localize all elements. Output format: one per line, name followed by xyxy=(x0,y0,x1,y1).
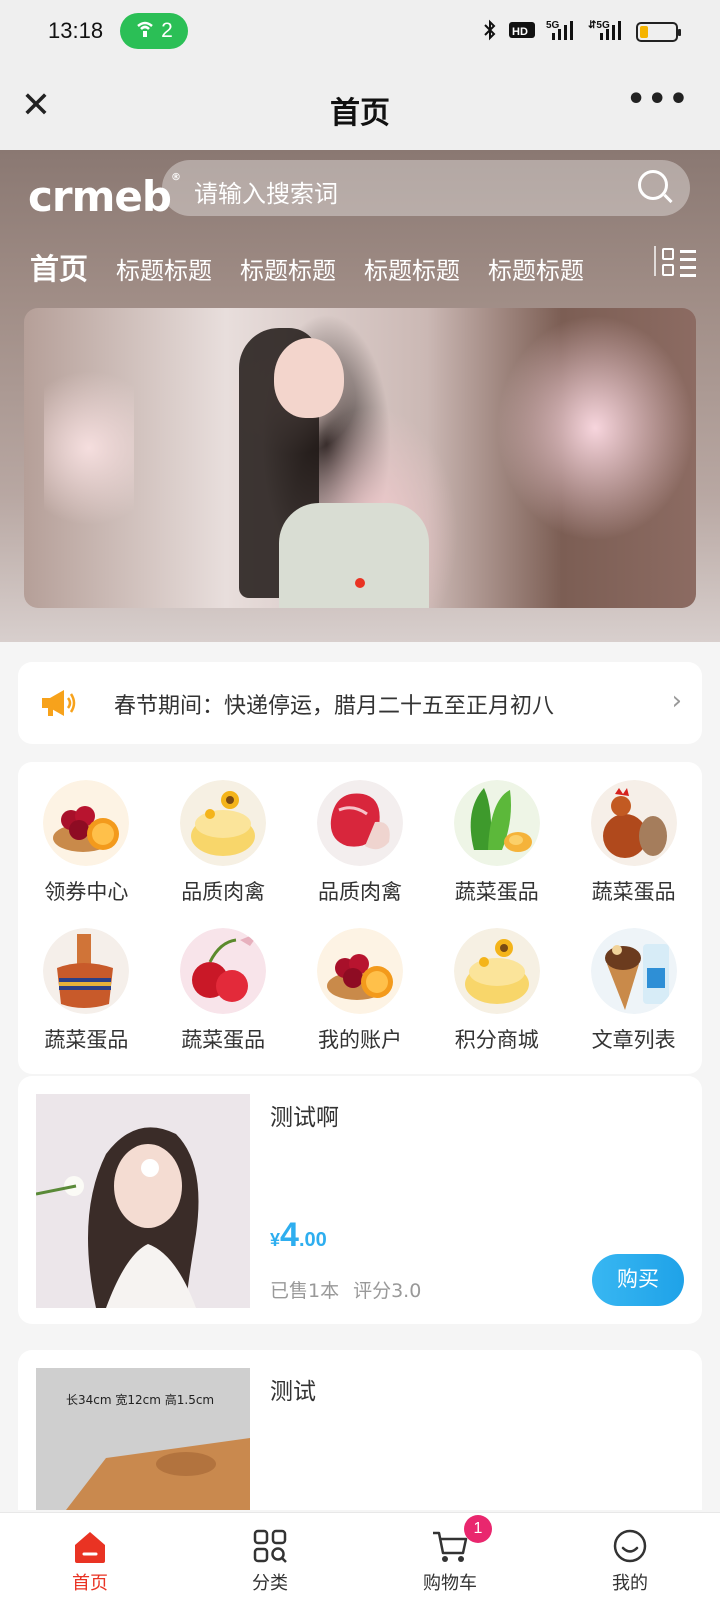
cherry-orange-icon xyxy=(43,780,130,866)
bluetooth-icon xyxy=(482,18,498,46)
tab-title-4[interactable]: 标题标题 xyxy=(488,251,584,286)
tab-home[interactable]: 首页 xyxy=(0,1513,180,1600)
ice-cream-icon xyxy=(590,928,677,1014)
hotspot-indicator: 2 xyxy=(120,13,188,49)
5g-signal-icon: 5G xyxy=(546,18,578,46)
menu-item-label: 蔬菜蛋品 xyxy=(454,880,539,904)
product-image[interactable] xyxy=(36,1094,250,1308)
vegetable-egg-icon xyxy=(453,780,540,866)
svg-text:长34cm 宽12cm 高1.5cm: 长34cm 宽12cm 高1.5cm xyxy=(66,1392,214,1407)
bottom-tab-bar: 首页 分类 1 购物车 我的 xyxy=(0,1512,720,1600)
tab-label: 我的 xyxy=(612,1573,648,1594)
menu-item-label: 蔬菜蛋品 xyxy=(181,1028,266,1052)
menu-item-label: 文章列表 xyxy=(591,1028,676,1052)
user-icon xyxy=(611,1527,649,1565)
product-card[interactable]: 测试啊 ¥4.00 已售1本 评分3.0 购买 xyxy=(18,1076,702,1324)
hd-icon: HD xyxy=(508,20,536,44)
status-time: 13:18 xyxy=(48,18,104,43)
product-name: 测试啊 xyxy=(270,1105,339,1131)
menu-item-label: 蔬菜蛋品 xyxy=(591,880,676,904)
menu-item[interactable]: 蔬菜蛋品 xyxy=(155,928,292,1076)
tab-label: 分类 xyxy=(252,1573,288,1594)
menu-item-label: 品质肉禽 xyxy=(317,880,402,904)
carousel-dot[interactable] xyxy=(355,578,365,588)
menu-item[interactable]: 品质肉禽 xyxy=(292,780,429,928)
buy-button[interactable]: 购买 xyxy=(592,1254,684,1306)
cherry-orange-icon xyxy=(316,928,403,1014)
meat-icon xyxy=(316,780,403,866)
search-input[interactable]: 请输入搜索词 xyxy=(162,160,690,216)
cherry-icon xyxy=(180,928,267,1014)
banner-carousel[interactable] xyxy=(24,308,696,608)
menu-item-label: 积分商城 xyxy=(454,1028,539,1052)
menu-item-label: 我的账户 xyxy=(317,1028,402,1052)
category-menu-grid: 领券中心 品质肉禽 品质肉禽 蔬菜蛋品 蔬菜蛋品 蔬菜蛋品 蔬菜蛋品 我的账户 … xyxy=(18,762,702,1074)
tab-title-2[interactable]: 标题标题 xyxy=(240,251,336,286)
menu-item[interactable]: 文章列表 xyxy=(565,928,702,1076)
menu-item[interactable]: 我的账户 xyxy=(292,928,429,1076)
product-name: 测试 xyxy=(270,1379,316,1405)
carousel-dots xyxy=(24,578,696,588)
tab-title-3[interactable]: 标题标题 xyxy=(364,251,460,286)
menu-item[interactable]: 积分商城 xyxy=(428,928,565,1076)
svg-text:HD: HD xyxy=(512,26,528,38)
5g-signal-icon: ⇵5G xyxy=(588,18,626,46)
product-card[interactable]: 长34cm 宽12cm 高1.5cm 测试 xyxy=(18,1350,702,1510)
tab-label: 首页 xyxy=(72,1573,108,1594)
rooster-icon xyxy=(590,780,677,866)
category-list-icon[interactable] xyxy=(654,244,700,278)
menu-item[interactable]: 蔬菜蛋品 xyxy=(565,780,702,928)
tab-label: 购物车 xyxy=(423,1573,477,1594)
menu-item[interactable]: 领券中心 xyxy=(18,780,155,928)
nav-bar: ✕ 首页 ••• xyxy=(0,66,720,150)
cake-icon xyxy=(453,928,540,1014)
menu-item-label: 领券中心 xyxy=(44,880,129,904)
hotpot-icon xyxy=(43,928,130,1014)
menu-item[interactable]: 蔬菜蛋品 xyxy=(18,928,155,1076)
product-image[interactable]: 长34cm 宽12cm 高1.5cm xyxy=(36,1368,250,1510)
hotspot-icon xyxy=(135,19,155,43)
tab-category[interactable]: 分类 xyxy=(180,1513,360,1600)
page-title: 首页 xyxy=(330,96,390,131)
hero-header: crmeb® 请输入搜索词 首页 标题标题 标题标题 标题标题 标题标题 xyxy=(0,150,720,642)
menu-item-label: 蔬菜蛋品 xyxy=(44,1028,129,1052)
notice-bar[interactable]: 春节期间：快递停运，腊月二十五至正月初八 › xyxy=(18,662,702,744)
status-bar: 13:18 2 HD 5G ⇵5G xyxy=(0,0,720,66)
menu-item[interactable]: 品质肉禽 xyxy=(155,780,292,928)
home-icon xyxy=(71,1527,109,1565)
battery-icon xyxy=(636,22,681,42)
search-icon[interactable] xyxy=(638,170,668,200)
cake-icon xyxy=(180,780,267,866)
tab-home[interactable]: 首页 xyxy=(30,246,88,288)
tab-title-1[interactable]: 标题标题 xyxy=(116,251,212,286)
more-icon[interactable]: ••• xyxy=(626,82,690,117)
tab-me[interactable]: 我的 xyxy=(540,1513,720,1600)
status-icons: HD 5G ⇵5G xyxy=(482,18,681,46)
top-tabs: 首页 标题标题 标题标题 标题标题 标题标题 xyxy=(30,246,584,288)
cart-badge: 1 xyxy=(464,1515,492,1543)
brand-logo[interactable]: crmeb® xyxy=(28,172,181,221)
category-icon xyxy=(251,1527,289,1565)
hotspot-count: 2 xyxy=(161,19,173,42)
chevron-right-icon[interactable]: › xyxy=(672,686,682,716)
product-sold: 已售1本 xyxy=(270,1280,340,1302)
megaphone-icon xyxy=(38,686,78,720)
search-placeholder: 请输入搜索词 xyxy=(194,180,338,208)
product-rating: 评分3.0 xyxy=(353,1280,422,1302)
svg-text:5G: 5G xyxy=(546,20,560,31)
notice-text: 春节期间：快递停运，腊月二十五至正月初八 xyxy=(114,694,555,719)
product-meta: 已售1本 评分3.0 xyxy=(270,1276,421,1303)
tab-cart[interactable]: 1 购物车 xyxy=(360,1513,540,1600)
product-price: ¥4.00 xyxy=(270,1216,327,1254)
cart-icon xyxy=(431,1527,469,1565)
menu-item-label: 品质肉禽 xyxy=(181,880,266,904)
menu-item[interactable]: 蔬菜蛋品 xyxy=(428,780,565,928)
